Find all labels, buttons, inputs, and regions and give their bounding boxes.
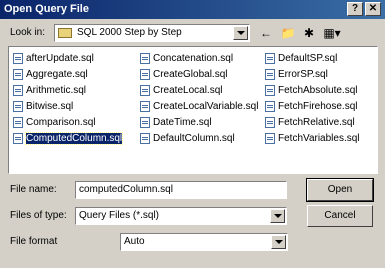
view-menu-icon[interactable]: ▦▾ xyxy=(320,24,344,42)
new-folder-icon[interactable]: ✱ xyxy=(300,24,318,42)
dialog-title: Open Query File xyxy=(4,3,89,15)
back-icon[interactable]: ← xyxy=(258,24,274,42)
sql-file-icon xyxy=(13,117,23,128)
list-item[interactable]: DateTime.sql xyxy=(139,116,212,129)
chevron-down-icon[interactable] xyxy=(233,26,248,40)
list-item[interactable]: CreateGlobal.sql xyxy=(139,68,227,81)
files-of-type-label: Files of type: xyxy=(10,210,67,221)
cancel-button[interactable]: Cancel xyxy=(307,205,373,227)
chevron-down-icon[interactable] xyxy=(270,209,285,223)
list-item[interactable]: ErrorSP.sql xyxy=(264,68,328,81)
sql-file-icon xyxy=(265,53,275,64)
sql-file-icon xyxy=(265,101,275,112)
list-item[interactable]: FetchRelative.sql xyxy=(264,116,355,129)
sql-file-icon xyxy=(13,133,23,144)
sql-file-icon xyxy=(265,117,275,128)
chevron-down-icon[interactable] xyxy=(271,235,286,249)
title-bar: Open Query File xyxy=(0,0,385,19)
files-of-type-value: Query Files (*.sql) xyxy=(79,210,160,221)
list-item-selected[interactable]: ComputedColumn.sql xyxy=(12,132,124,145)
list-item[interactable]: FetchAbsolute.sql xyxy=(264,84,358,97)
up-folder-icon[interactable]: 📁 xyxy=(278,24,298,42)
list-item[interactable]: FetchVariables.sql xyxy=(264,132,360,145)
look-in-label: Look in: xyxy=(10,27,46,38)
list-item[interactable]: FetchFirehose.sql xyxy=(264,100,357,113)
file-format-dropdown[interactable]: Auto xyxy=(120,233,288,251)
list-item[interactable]: Concatenation.sql xyxy=(139,52,233,65)
file-name-label: File name: xyxy=(10,184,57,195)
list-item[interactable]: DefaultColumn.sql xyxy=(139,132,235,145)
close-button[interactable]: ✕ xyxy=(365,2,381,16)
sql-file-icon xyxy=(140,69,150,80)
list-item[interactable]: Comparison.sql xyxy=(12,116,95,129)
list-item[interactable]: CreateLocalVariable.sql xyxy=(139,100,258,113)
list-item[interactable]: Aggregate.sql xyxy=(12,68,88,81)
sql-file-icon xyxy=(140,101,150,112)
sql-file-icon xyxy=(265,133,275,144)
sql-file-icon xyxy=(13,69,23,80)
look-in-value: SQL 2000 Step by Step xyxy=(77,27,182,38)
list-item[interactable]: CreateLocal.sql xyxy=(139,84,222,97)
look-in-dropdown[interactable]: SQL 2000 Step by Step xyxy=(54,24,250,42)
file-list[interactable]: afterUpdate.sql Aggregate.sql Arithmetic… xyxy=(8,46,378,174)
sql-file-icon xyxy=(13,53,23,64)
list-item[interactable]: afterUpdate.sql xyxy=(12,52,94,65)
sql-file-icon xyxy=(13,101,23,112)
file-name-input[interactable]: computedColumn.sql xyxy=(75,181,287,199)
list-item[interactable]: Bitwise.sql xyxy=(12,100,73,113)
files-of-type-dropdown[interactable]: Query Files (*.sql) xyxy=(75,207,287,225)
folder-icon xyxy=(58,28,72,38)
sql-file-icon xyxy=(140,53,150,64)
sql-file-icon xyxy=(13,85,23,96)
sql-file-icon xyxy=(140,117,150,128)
open-button[interactable]: Open xyxy=(306,178,374,202)
list-item[interactable]: DefaultSP.sql xyxy=(264,52,337,65)
list-item[interactable]: Arithmetic.sql xyxy=(12,84,86,97)
help-button[interactable]: ? xyxy=(347,2,363,16)
file-format-value: Auto xyxy=(124,236,145,247)
sql-file-icon xyxy=(265,85,275,96)
sql-file-icon xyxy=(265,69,275,80)
file-format-label: File format xyxy=(10,236,58,247)
sql-file-icon xyxy=(140,85,150,96)
sql-file-icon xyxy=(140,133,150,144)
